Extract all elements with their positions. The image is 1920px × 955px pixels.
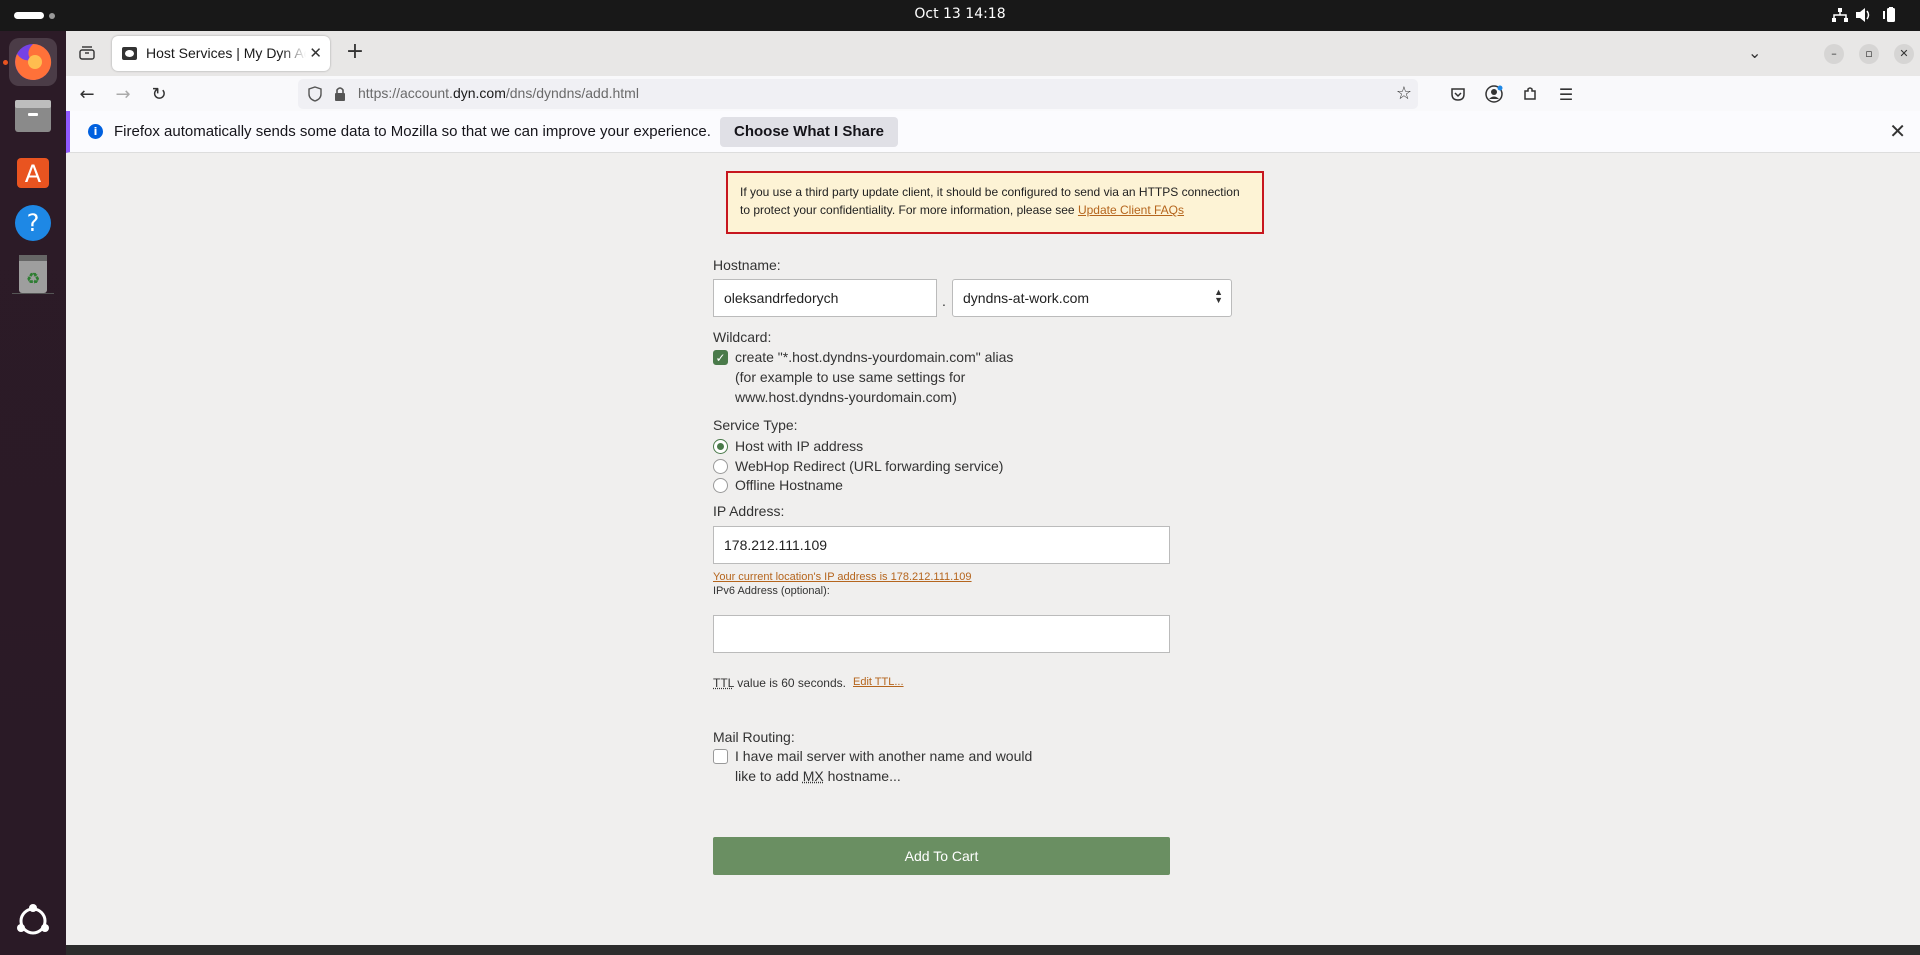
wildcard-label: Wildcard:: [713, 329, 772, 345]
domain-select[interactable]: dyndns-at-work.com ▲ ▼: [952, 279, 1232, 317]
battery-icon[interactable]: [1882, 7, 1898, 23]
mx-abbr: MX: [802, 768, 824, 784]
running-indicator: [3, 60, 8, 65]
ttl-abbr: TTL: [713, 676, 734, 690]
svg-text:♻: ♻: [26, 269, 40, 288]
svg-text:?: ?: [27, 209, 40, 237]
close-window-button[interactable]: ✕: [1894, 44, 1914, 64]
service-option-webhop: WebHop Redirect (URL forwarding service): [735, 458, 1004, 474]
service-option-host-with-ip: Host with IP address: [735, 438, 864, 454]
help-icon: ?: [15, 205, 51, 241]
ip-address-input[interactable]: 178.212.111.109: [713, 526, 1170, 564]
system-top-bar: Oct 13 14:18: [0, 0, 1920, 31]
volume-icon[interactable]: [1856, 8, 1872, 22]
notification-message: Firefox automatically sends some data to…: [114, 123, 711, 140]
app-center-icon: A: [17, 158, 49, 188]
tab-title: Host Services | My Dyn Account: [146, 45, 306, 61]
wildcard-description-line2: (for example to use same settings for: [735, 369, 966, 385]
ubuntu-logo-icon: [17, 904, 49, 935]
minimize-button[interactable]: –: [1824, 44, 1844, 64]
tab-bar: Host Services | My Dyn Account ✕ + ⌄ – ▫…: [66, 31, 1920, 76]
account-icon[interactable]: [1482, 82, 1506, 106]
ttl-info: TTL value is 60 seconds.: [713, 676, 846, 690]
hostname-input[interactable]: oleksandrfedorych: [713, 279, 937, 317]
navigation-toolbar: ← → ↻ https://account.dyn.com/dns/dyndns…: [66, 76, 1920, 111]
url-text: https://account.dyn.com/dns/dyndns/add.h…: [358, 85, 639, 101]
page-content: If you use a third party update client, …: [66, 153, 1920, 945]
dyn-favicon-icon: [122, 47, 137, 60]
show-apps-button[interactable]: [9, 897, 57, 945]
radio-host-with-ip[interactable]: [713, 439, 728, 454]
ttl-text: value is 60 seconds.: [733, 676, 846, 690]
network-icon[interactable]: [1832, 8, 1848, 22]
new-tab-button[interactable]: +: [342, 40, 368, 66]
hostname-label: Hostname:: [713, 257, 781, 273]
current-ip-link[interactable]: Your current location's IP address is 17…: [713, 571, 972, 583]
app-center-launcher[interactable]: A: [9, 146, 57, 194]
mail-routing-label: Mail Routing:: [713, 729, 795, 745]
tracking-shield-icon[interactable]: [308, 86, 322, 102]
back-arrow-icon[interactable]: ←: [74, 81, 100, 107]
pocket-icon[interactable]: [1446, 82, 1470, 106]
info-icon: i: [88, 124, 103, 139]
ip-address-label: IP Address:: [713, 503, 785, 519]
mail-routing-checkbox[interactable]: [713, 749, 728, 764]
tab-close-icon[interactable]: ✕: [309, 44, 322, 62]
firefox-window: Host Services | My Dyn Account ✕ + ⌄ – ▫…: [66, 31, 1920, 955]
maximize-button[interactable]: ▫: [1859, 44, 1879, 64]
hamburger-menu-icon[interactable]: ☰: [1554, 82, 1578, 106]
hostname-value: oleksandrfedorych: [724, 290, 839, 306]
https-warning-box: If you use a third party update client, …: [726, 171, 1264, 234]
hostname-separator: .: [942, 293, 946, 309]
ip-address-value: 178.212.111.109: [724, 537, 828, 553]
mail-routing-line2: like to add MX hostname...: [735, 768, 901, 784]
extensions-icon[interactable]: [1518, 82, 1542, 106]
ipv6-address-input[interactable]: [713, 615, 1170, 653]
service-type-label: Service Type:: [713, 417, 798, 433]
ubuntu-dock: A ? ♻: [0, 31, 66, 955]
files-launcher[interactable]: [9, 92, 57, 140]
tab-list-button[interactable]: [74, 40, 100, 66]
list-all-tabs-chevron-down-icon[interactable]: ⌄: [1748, 43, 1761, 62]
add-to-cart-button[interactable]: Add To Cart: [713, 837, 1170, 875]
address-bar[interactable]: https://account.dyn.com/dns/dyndns/add.h…: [298, 79, 1418, 109]
collection-icon: [79, 46, 95, 60]
choose-what-i-share-button[interactable]: Choose What I Share: [720, 117, 899, 147]
wildcard-checkbox[interactable]: ✓: [713, 350, 728, 365]
system-clock[interactable]: Oct 13 14:18: [0, 6, 1920, 22]
ipv6-label: IPv6 Address (optional):: [713, 585, 830, 597]
files-icon: [15, 100, 51, 132]
mail-routing-line1: I have mail server with another name and…: [735, 748, 1033, 764]
svg-text:A: A: [25, 160, 42, 188]
radio-offline-hostname[interactable]: [713, 478, 728, 493]
forward-arrow-icon[interactable]: →: [110, 81, 136, 107]
tab-host-services[interactable]: Host Services | My Dyn Account ✕: [112, 36, 330, 71]
update-client-faqs-link[interactable]: Update Client FAQs: [1078, 203, 1184, 217]
page-footer: [66, 945, 1920, 955]
reload-icon[interactable]: ↻: [146, 81, 172, 107]
lock-icon[interactable]: [334, 86, 346, 102]
data-collection-notification-bar: i Firefox automatically sends some data …: [66, 111, 1920, 153]
bookmark-star-icon[interactable]: ☆: [1396, 83, 1412, 104]
firefox-launcher[interactable]: [9, 38, 57, 86]
trash-icon: ♻: [19, 255, 47, 293]
domain-selected-value: dyndns-at-work.com: [963, 290, 1090, 306]
edit-ttl-link[interactable]: Edit TTL...: [853, 676, 904, 688]
service-option-offline: Offline Hostname: [735, 477, 843, 493]
radio-webhop-redirect[interactable]: [713, 459, 728, 474]
wildcard-description-line1: create "*.host.dyndns-yourdomain.com" al…: [735, 349, 1014, 365]
close-notification-icon[interactable]: ✕: [1889, 119, 1906, 143]
firefox-icon: [15, 43, 52, 80]
wildcard-description-line3: www.host.dyndns-yourdomain.com): [735, 389, 957, 405]
trash-launcher[interactable]: ♻: [9, 249, 57, 297]
help-launcher[interactable]: ?: [9, 199, 57, 247]
select-updown-icon: ▲ ▼: [1214, 287, 1223, 305]
